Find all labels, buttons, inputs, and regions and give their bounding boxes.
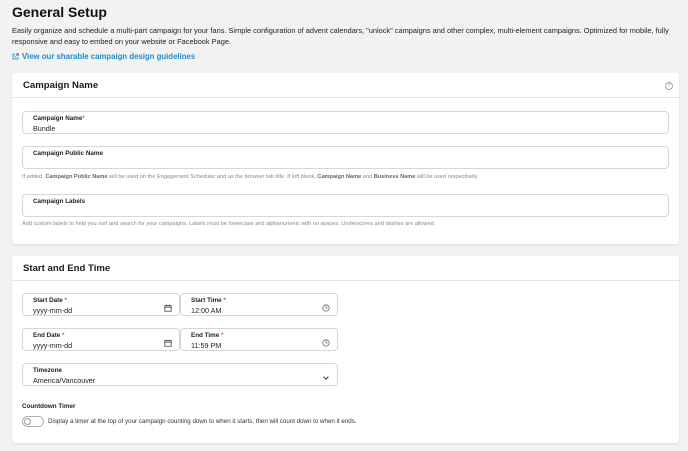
public-name-helper: If added, Campaign Public Name will be u…: [22, 174, 478, 180]
clock-icon[interactable]: [322, 304, 330, 312]
end-date-input[interactable]: End Date * yyyy-mm-dd: [22, 328, 180, 351]
end-time-label: End Time *: [191, 332, 223, 339]
campaign-name-card: Campaign Name ? Campaign Name* Bundle Ca…: [12, 73, 679, 244]
end-time-label-text: End Time: [191, 332, 220, 339]
timezone-label: Timezone: [33, 367, 62, 374]
countdown-toggle[interactable]: [22, 416, 44, 427]
campaign-name-header: Campaign Name ?: [12, 73, 679, 98]
timezone-value: America/Vancouver: [33, 376, 96, 385]
clock-icon[interactable]: [322, 339, 330, 347]
page-title: General Setup: [12, 4, 107, 20]
campaign-name-label-text: Campaign Name: [33, 115, 83, 122]
campaign-name-label: Campaign Name*: [33, 115, 85, 122]
helper-text: and: [361, 174, 374, 180]
required-mark: *: [220, 332, 224, 339]
end-date-label-text: End Date: [33, 332, 61, 339]
end-date-value: yyyy-mm-dd: [33, 341, 73, 350]
countdown-description: Display a timer at the top of your campa…: [48, 418, 357, 425]
countdown-timer-label: Countdown Timer: [22, 403, 76, 410]
start-end-time-heading: Start and End Time: [23, 262, 111, 274]
campaign-name-heading: Campaign Name: [23, 79, 99, 91]
campaign-name-value: Bundle: [33, 124, 56, 133]
campaign-name-field[interactable]: Campaign Name* Bundle: [22, 111, 669, 134]
start-date-value: yyyy-mm-dd: [33, 306, 73, 315]
helper-term: Business Name: [373, 174, 416, 180]
calendar-icon[interactable]: [164, 304, 172, 312]
end-time-value: 11:59 PM: [191, 341, 222, 350]
helper-text: will be used on the Engagement Scheduler…: [107, 174, 318, 180]
labels-helper: Add custom labels to help you sort and s…: [22, 221, 436, 227]
required-mark: *: [82, 115, 85, 122]
chevron-down-icon[interactable]: [322, 374, 330, 382]
end-date-label: End Date *: [33, 332, 65, 339]
calendar-icon[interactable]: [164, 339, 172, 347]
timezone-select[interactable]: Timezone America/Vancouver: [22, 363, 338, 386]
start-time-input[interactable]: Start Time * 12:00 AM: [180, 293, 338, 316]
start-end-time-card: Start and End Time Start Date * yyyy-mm-…: [12, 256, 679, 443]
required-mark: *: [64, 297, 67, 304]
helper-text: If added,: [22, 174, 46, 180]
start-end-time-header: Start and End Time: [12, 256, 679, 281]
guidelines-link[interactable]: View our sharable campaign design guidel…: [12, 52, 195, 61]
campaign-public-name-label: Campaign Public Name: [33, 150, 103, 157]
start-date-label: Start Date *: [33, 297, 67, 304]
start-time-label-text: Start Time: [191, 297, 222, 304]
external-link-icon: [12, 53, 19, 60]
help-icon[interactable]: ?: [665, 82, 673, 90]
guidelines-link-label: View our sharable campaign design guidel…: [22, 52, 196, 61]
required-mark: *: [62, 332, 65, 339]
required-mark: *: [223, 297, 226, 304]
intro-text: Easily organize and schedule a multi-par…: [12, 26, 669, 47]
helper-text: will be used respectively.: [415, 174, 479, 180]
campaign-labels-field[interactable]: Campaign Labels: [22, 194, 669, 217]
start-date-input[interactable]: Start Date * yyyy-mm-dd: [22, 293, 180, 316]
campaign-public-name-field[interactable]: Campaign Public Name: [22, 146, 669, 169]
helper-term: Campaign Public Name: [45, 174, 108, 180]
start-date-label-text: Start Date: [33, 297, 63, 304]
toggle-knob: [24, 418, 31, 425]
helper-term: Campaign Name: [317, 174, 362, 180]
end-time-input[interactable]: End Time * 11:59 PM: [180, 328, 338, 351]
start-time-value: 12:00 AM: [191, 306, 222, 315]
campaign-labels-label: Campaign Labels: [33, 198, 86, 205]
start-time-label: Start Time *: [191, 297, 226, 304]
